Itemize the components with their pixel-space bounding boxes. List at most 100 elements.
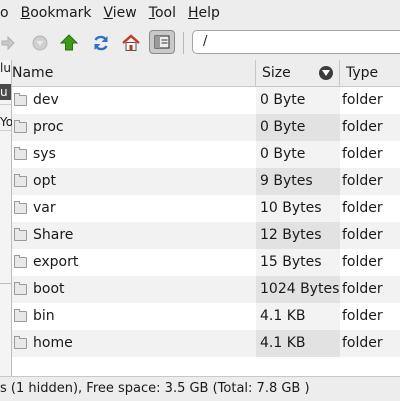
size-cell: 0 Byte	[256, 87, 340, 114]
size-cell: 4.1 KB	[256, 330, 340, 357]
size-cell: 1024 Bytes	[256, 276, 340, 303]
name-cell: var	[12, 195, 256, 222]
size-cell: 15 Bytes	[256, 249, 340, 276]
table-row[interactable]: proc 0 Byte folder	[12, 114, 400, 141]
file-name: export	[33, 254, 79, 270]
size-cell: 0 Byte	[256, 141, 340, 168]
file-name: dev	[33, 92, 59, 108]
up-button[interactable]	[57, 31, 81, 55]
folder-icon	[14, 282, 27, 295]
file-name: home	[33, 335, 73, 351]
menu-tool[interactable]: Tool	[143, 5, 182, 21]
type-cell: folder	[342, 281, 383, 297]
folder-icon	[14, 336, 27, 349]
table-row[interactable]: Share 12 Bytes folder	[12, 222, 400, 249]
status-text: s (1 hidden), Free space: 3.5 GB (Total:…	[0, 381, 310, 396]
places-toggle-button[interactable]	[149, 30, 175, 54]
menubar: o Bookmark View Tool Help	[0, 0, 400, 26]
location-input[interactable]: /	[192, 30, 400, 54]
table-row[interactable]: home 4.1 KB folder	[12, 330, 400, 357]
folder-view-icon	[154, 35, 170, 49]
forward-arrow-icon	[1, 35, 15, 51]
stop-button[interactable]	[28, 31, 52, 55]
file-name: var	[33, 200, 56, 216]
name-cell: boot	[12, 276, 256, 303]
type-cell: folder	[342, 308, 383, 324]
side-pane-fragment[interactable]: lu	[0, 60, 11, 76]
folder-icon	[14, 201, 27, 214]
name-cell: sys	[12, 141, 256, 168]
type-cell: folder	[342, 200, 383, 216]
folder-icon	[14, 120, 27, 133]
column-header-name[interactable]: Name	[12, 60, 256, 86]
side-divider	[0, 104, 11, 105]
menu-help[interactable]: Help	[182, 5, 226, 21]
file-name: sys	[33, 146, 56, 162]
size-cell: 10 Bytes	[256, 195, 340, 222]
column-header-type[interactable]: Type	[340, 60, 400, 86]
name-cell: bin	[12, 303, 256, 330]
menu-go[interactable]: o	[0, 5, 15, 21]
up-arrow-icon	[59, 34, 79, 51]
folder-icon	[14, 309, 27, 322]
menu-bookmark[interactable]: Bookmark	[15, 5, 98, 21]
file-name: proc	[33, 119, 64, 135]
folder-icon	[14, 174, 27, 187]
menu-bookmark-mnemonic: B	[20, 5, 31, 21]
folder-icon	[14, 255, 27, 268]
name-cell: export	[12, 249, 256, 276]
side-pane-selected-fragment[interactable]: u	[0, 84, 11, 100]
home-icon	[122, 34, 140, 51]
forward-button[interactable]	[0, 31, 20, 55]
file-name: Share	[33, 227, 74, 243]
sort-descending-icon	[319, 66, 333, 80]
size-cell: 12 Bytes	[256, 222, 340, 249]
table-row[interactable]: export 15 Bytes folder	[12, 249, 400, 276]
file-name: boot	[33, 281, 65, 297]
menu-bookmark-label: ookmark	[30, 5, 92, 21]
name-cell: Share	[12, 222, 256, 249]
table-row[interactable]: bin 4.1 KB folder	[12, 303, 400, 330]
name-cell: home	[12, 330, 256, 357]
file-name: opt	[33, 173, 56, 189]
table-row[interactable]: opt 9 Bytes folder	[12, 168, 400, 195]
size-cell: 4.1 KB	[256, 303, 340, 330]
type-cell: folder	[342, 173, 383, 189]
type-cell: folder	[342, 92, 383, 108]
type-cell: folder	[342, 146, 383, 162]
menu-tool-label: ool	[154, 5, 176, 21]
menu-view-mnemonic: V	[103, 5, 113, 21]
size-cell: 9 Bytes	[256, 168, 340, 195]
refresh-icon	[94, 35, 108, 51]
name-cell: opt	[12, 168, 256, 195]
type-cell: folder	[342, 254, 383, 270]
stop-icon	[32, 35, 48, 51]
menu-help-mnemonic: H	[187, 5, 199, 21]
folder-icon	[14, 147, 27, 160]
status-bar: s (1 hidden), Free space: 3.5 GB (Total:…	[0, 376, 400, 401]
name-cell: dev	[12, 87, 256, 114]
side-pane	[0, 60, 12, 376]
column-header-size[interactable]: Size	[256, 60, 340, 86]
menu-help-label: elp	[198, 5, 220, 21]
home-button[interactable]	[119, 31, 143, 55]
file-rows: dev 0 Byte folder proc 0 Byte folder sys…	[12, 87, 400, 357]
menu-view[interactable]: View	[98, 5, 143, 21]
toolbar-separator	[183, 32, 184, 54]
table-row[interactable]: var 10 Bytes folder	[12, 195, 400, 222]
table-row[interactable]: boot 1024 Bytes folder	[12, 276, 400, 303]
folder-icon	[14, 228, 27, 241]
name-cell: proc	[12, 114, 256, 141]
type-cell: folder	[342, 227, 383, 243]
table-row[interactable]: dev 0 Byte folder	[12, 87, 400, 114]
size-cell: 0 Byte	[256, 114, 340, 141]
folder-icon	[14, 93, 27, 106]
table-row[interactable]: sys 0 Byte folder	[12, 141, 400, 168]
type-cell: folder	[342, 335, 383, 351]
side-divider	[0, 283, 11, 284]
refresh-button[interactable]	[89, 31, 113, 55]
column-header-size-label: Size	[262, 65, 291, 81]
file-list[interactable]: Name Size Type dev 0 Byte folder proc 0 …	[12, 60, 400, 376]
file-name: bin	[33, 308, 55, 324]
side-divider	[0, 130, 11, 131]
